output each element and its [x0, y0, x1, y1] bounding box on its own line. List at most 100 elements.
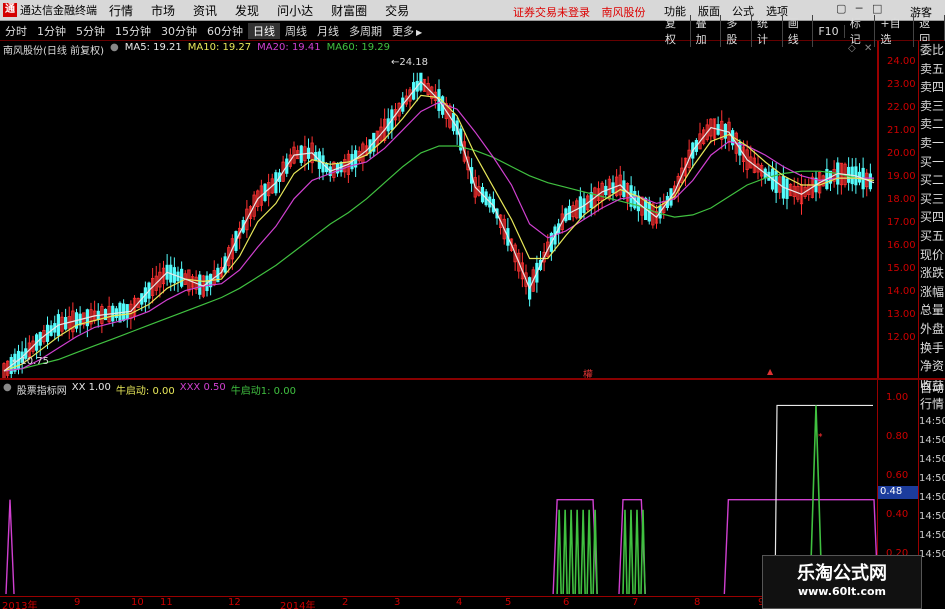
sidebar-item-sell3[interactable]: 卖三 [919, 97, 945, 116]
sidebar-item-sell5[interactable]: 卖五 [919, 60, 945, 79]
period-more-label: 更多 [392, 24, 414, 38]
xx-name: XX [71, 382, 86, 393]
ma20-value: 19.41 [291, 42, 321, 53]
period-30min[interactable]: 30分钟 [156, 23, 202, 39]
xxx-spike [5, 499, 15, 595]
restore-icon[interactable]: ▢ [836, 2, 846, 15]
x-tick: 5 [505, 597, 512, 608]
sidebar-item-buy2[interactable]: 买二 [919, 171, 945, 190]
y-tick: 13.00 [887, 309, 916, 320]
period-1min[interactable]: 1分钟 [32, 23, 71, 39]
ma60-indicator: MA60: 19.29 [326, 42, 390, 53]
indicator-chart[interactable]: * ● 股票指标网 XX 1.00 牛启动: 0.00 XXX 0.50 牛启动… [0, 380, 879, 596]
sidebar-item-netasset[interactable]: 净资 [919, 357, 945, 376]
niu1-bar [574, 509, 580, 595]
tick-time: 14:50 [919, 549, 945, 560]
menu-item-trade[interactable]: 交易 [385, 2, 409, 19]
x-tick: 9 [74, 597, 81, 608]
period-daily[interactable]: 日线 [248, 22, 280, 39]
settings-dot-icon[interactable]: ● [110, 42, 119, 57]
app-title: 通达信金融终端 [20, 4, 97, 17]
period-more[interactable]: 更多 ▶ [387, 23, 427, 39]
period-60min[interactable]: 60分钟 [202, 23, 248, 39]
maximize-icon[interactable]: □ [872, 2, 882, 15]
sidebar-item-buy4[interactable]: 买四 [919, 208, 945, 227]
ma20-indicator: MA20: 19.41 [257, 42, 321, 53]
niu1-bar [622, 509, 628, 595]
ma5-indicator: MA5: 19.21 [124, 42, 182, 53]
period-monthly[interactable]: 月线 [312, 23, 344, 39]
sidebar-item-buy1[interactable]: 买一 [919, 153, 945, 172]
period-weekly[interactable]: 周线 [280, 23, 312, 39]
indicator-name: 股票指标网 [16, 386, 67, 397]
x-tick: 10 [131, 597, 144, 608]
login-notice[interactable]: 证券交易未登录 南风股份 [513, 4, 646, 20]
menu-item-news[interactable]: 资讯 [193, 2, 217, 19]
niu1-name: 牛启动1 [230, 386, 268, 397]
x-tick: 2014年 [280, 601, 316, 609]
trade-login-status: 证券交易未登录 [513, 6, 590, 19]
sidebar-item-change[interactable]: 涨跌 [919, 264, 945, 283]
candlestick-group [2, 72, 872, 386]
ma10-indicator: MA10: 19.27 [187, 42, 252, 53]
indicator-settings-icon[interactable]: ● [3, 382, 12, 397]
x-tick: 12 [228, 597, 241, 608]
ma10-name: MA10 [187, 42, 216, 53]
price-chart[interactable]: 南风股份(日线 前复权) ● MA5: 19.21 MA10: 19.27 MA… [0, 41, 878, 386]
niu1-bar [634, 509, 640, 595]
menu-item-market[interactable]: 市场 [151, 2, 175, 19]
price-y-axis: 24.00 23.00 22.00 21.00 20.00 19.00 18.0… [878, 41, 918, 378]
sidebar-item-price[interactable]: 现价 [919, 246, 945, 265]
sidebar2-quotes[interactable]: 行情 [919, 396, 945, 412]
y-tick: 0.60 [886, 470, 909, 481]
menu-item-quotes[interactable]: 行情 [109, 2, 133, 19]
menu-item-wealth[interactable]: 财富圈 [331, 2, 367, 19]
stock-label: 南风股份(日线 前复权) [3, 46, 104, 57]
sidebar-item-outer[interactable]: 外盘 [919, 320, 945, 339]
date-x-axis: 2013年 9 10 11 12 2014年 2 3 4 5 6 7 8 9 [0, 596, 878, 609]
low-price-value: 10.75 [20, 356, 50, 367]
niu1-bar [556, 509, 562, 595]
niu1-bar [580, 509, 586, 595]
sidebar-item-turnover[interactable]: 换手 [919, 339, 945, 358]
ma60-name: MA60 [326, 42, 355, 53]
watermark: 乐淘公式网 www.60lt.com [762, 555, 922, 609]
x-tick: 8 [694, 597, 701, 608]
sidebar-item-buy3[interactable]: 买三 [919, 190, 945, 209]
y-tick: 23.00 [887, 79, 916, 90]
event-triangle-icon[interactable]: ▲ [767, 367, 773, 376]
sidebar-item-change-pct[interactable]: 涨幅 [919, 283, 945, 302]
sidebar-item-sell1[interactable]: 卖一 [919, 134, 945, 153]
f10-button[interactable]: F10 [813, 24, 845, 38]
sidebar-item-sell2[interactable]: 卖二 [919, 115, 945, 134]
sidebar-item-weibi[interactable]: 委比 [919, 41, 945, 60]
watermark-title: 乐淘公式网 [797, 563, 887, 584]
ma20-name: MA20 [257, 42, 286, 53]
minimize-icon[interactable]: ─ [854, 2, 864, 15]
toolbar-right: 复权 叠加 多股 统计 画线 F10 标记 +自选 返回 [660, 15, 945, 47]
sidebar-item-sell4[interactable]: 卖四 [919, 78, 945, 97]
sidebar-item-buy5[interactable]: 买五 [919, 227, 945, 246]
period-multi[interactable]: 多周期 [344, 23, 387, 39]
menu-item-discover[interactable]: 发现 [235, 2, 259, 19]
x-tick: 2 [342, 597, 349, 608]
x-tick: 7 [632, 597, 639, 608]
sidebar2-auto[interactable]: 自动 [919, 380, 945, 396]
sidebar-item-volume[interactable]: 总量 [919, 301, 945, 320]
xx-indicator: XX 1.00 [72, 382, 111, 397]
window-controls: ▢ ─ □ [836, 2, 890, 15]
period-15min[interactable]: 15分钟 [110, 23, 156, 39]
tick-time: 14:50 [919, 454, 945, 465]
quote-sidebar: 委比 卖五 卖四 卖三 卖二 卖一 买一 买二 买三 买四 买五 现价 涨跌 涨… [918, 41, 945, 392]
close-icon[interactable]: ✕ [864, 43, 872, 54]
high-price-label: ←24.18 [391, 57, 428, 68]
x-tick: 2013年 [2, 601, 38, 609]
niu1-bar [562, 509, 568, 595]
period-toolbar: 分时 1分钟 5分钟 15分钟 30分钟 60分钟 日线 周线 月线 多周期 更… [0, 15, 945, 47]
period-intraday[interactable]: 分时 [0, 23, 32, 39]
period-5min[interactable]: 5分钟 [71, 23, 110, 39]
x-tick: 4 [456, 597, 463, 608]
menu-item-ask[interactable]: 问小达 [277, 2, 313, 19]
more-arrow-icon: ▶ [416, 27, 423, 37]
diamond-icon[interactable]: ◇ [848, 43, 856, 54]
